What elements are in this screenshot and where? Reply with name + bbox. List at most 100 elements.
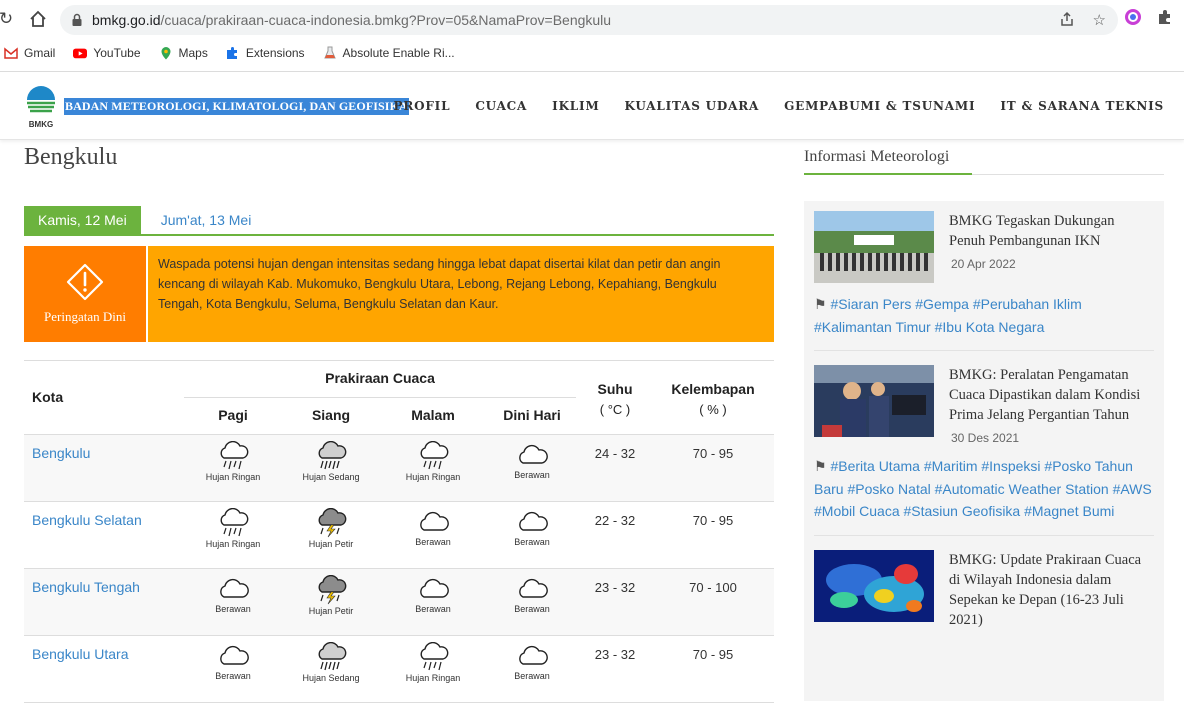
news-tags[interactable]: ⚑ #Berita Utama #Maritim #Inspeksi #Posk… bbox=[814, 455, 1154, 523]
weather-label: Berawan bbox=[514, 537, 550, 547]
cloudy-icon bbox=[420, 578, 449, 598]
news-item[interactable]: BMKG: Update Prakiraan Cuaca di Wilayah … bbox=[814, 549, 1154, 642]
page-title: Bengkulu bbox=[24, 144, 118, 170]
news-title[interactable]: BMKG Tegaskan Dukungan Penuh Pembangunan… bbox=[949, 211, 1154, 251]
temperature-value: 24 - 32 bbox=[594, 446, 636, 461]
site-header: BMKG BADAN METEOROLOGI, KLIMATOLOGI, DAN… bbox=[0, 72, 1184, 140]
humidity-value: 70 - 95 bbox=[692, 446, 734, 461]
url-host: bmkg.go.id bbox=[92, 12, 161, 28]
warning-label: Peringatan Dini bbox=[44, 309, 126, 324]
tags-icon: ⚑ bbox=[814, 296, 827, 312]
share-icon[interactable] bbox=[1059, 11, 1075, 27]
weather-label: Hujan Ringan bbox=[205, 539, 261, 549]
nav-profil[interactable]: PROFIL bbox=[394, 99, 451, 113]
youtube-icon bbox=[73, 48, 88, 59]
bmkg-logo[interactable]: BMKG bbox=[24, 84, 58, 130]
humidity-value: 70 - 95 bbox=[692, 513, 734, 528]
city-link[interactable]: Bengkulu Utara bbox=[32, 646, 129, 662]
home-icon[interactable] bbox=[26, 7, 50, 31]
lock-icon bbox=[72, 13, 82, 26]
tab-jumat[interactable]: Jum'at, 13 Mei bbox=[141, 206, 266, 234]
bookmark-gmail[interactable]: Gmail bbox=[4, 46, 55, 60]
header-siang: Siang bbox=[311, 407, 351, 423]
site-brand[interactable]: BADAN METEOROLOGI, KLIMATOLOGI, DAN GEOF… bbox=[64, 98, 409, 115]
table-row: Bengkulu Tengah Berawan Hujan Petir Berawan… bbox=[24, 569, 774, 636]
table-header: Kota Prakiraan Cuaca Pagi Siang Malam Di… bbox=[24, 361, 774, 435]
table-body: Bengkulu Hujan Ringan Hujan Sedang Hujan Ri… bbox=[24, 435, 774, 703]
reload-icon[interactable]: ↻ bbox=[0, 7, 18, 31]
bookmark-label: Extensions bbox=[245, 46, 305, 60]
weather-label: Hujan Ringan bbox=[405, 673, 461, 683]
weather-cell: Berawan bbox=[384, 575, 482, 614]
temperature-value: 23 - 32 bbox=[594, 647, 636, 662]
cloudy-icon bbox=[420, 511, 449, 531]
city-link[interactable]: Bengkulu bbox=[32, 445, 90, 461]
main-nav: PROFIL CUACA IKLIM KUALITAS UDARA GEMPAB… bbox=[394, 99, 1165, 113]
city-link[interactable]: Bengkulu Selatan bbox=[32, 512, 142, 528]
humidity-value: 70 - 95 bbox=[692, 647, 734, 662]
nav-kualitas-udara[interactable]: KUALITAS UDARA bbox=[625, 99, 760, 113]
moderate-rain-icon bbox=[318, 642, 347, 671]
cloudy-icon bbox=[519, 578, 548, 598]
temperature-value: 23 - 32 bbox=[594, 580, 636, 595]
logo-text: BMKG bbox=[29, 120, 53, 129]
news-item[interactable]: BMKG: Peralatan Pengamatan Cuaca Dipasti… bbox=[814, 365, 1154, 536]
table-row: Bengkulu Utara Berawan Hujan Sedang Hujan R… bbox=[24, 636, 774, 703]
news-tags[interactable]: ⚑ #Siaran Pers #Gempa #Perubahan Iklim #… bbox=[814, 293, 1154, 338]
nav-cuaca[interactable]: CUACA bbox=[475, 99, 527, 113]
bookmark-label: Maps bbox=[178, 46, 208, 60]
weather-label: Hujan Petir bbox=[308, 606, 354, 616]
weather-label: Berawan bbox=[514, 604, 550, 614]
news-list: BMKG Tegaskan Dukungan Penuh Pembangunan… bbox=[804, 201, 1164, 701]
news-thumbnail-prakiraan[interactable] bbox=[814, 549, 934, 622]
news-title[interactable]: BMKG: Update Prakiraan Cuaca di Wilayah … bbox=[949, 550, 1154, 630]
news-title[interactable]: BMKG: Peralatan Pengamatan Cuaca Dipasti… bbox=[949, 365, 1154, 425]
weather-label: Berawan bbox=[215, 671, 251, 681]
profile-icon[interactable] bbox=[1124, 8, 1142, 26]
news-item[interactable]: BMKG Tegaskan Dukungan Penuh Pembangunan… bbox=[814, 211, 1154, 351]
flask-icon bbox=[323, 46, 336, 59]
nav-iklim[interactable]: IKLIM bbox=[552, 99, 599, 113]
news-thumbnail-ikn[interactable] bbox=[814, 211, 934, 283]
extensions-puzzle-icon[interactable] bbox=[1156, 8, 1174, 26]
table-row: Bengkulu Hujan Ringan Hujan Sedang Hujan Ri… bbox=[24, 435, 774, 502]
warning-icon bbox=[66, 263, 104, 301]
weather-label: Berawan bbox=[514, 470, 550, 480]
bookmark-label: Absolute Enable Ri... bbox=[342, 46, 455, 60]
weather-cell: Hujan Petir bbox=[282, 575, 380, 616]
cloudy-icon bbox=[519, 645, 548, 665]
gmail-icon bbox=[4, 47, 18, 59]
bookmark-label: Gmail bbox=[24, 46, 56, 60]
tab-kamis[interactable]: Kamis, 12 Mei bbox=[24, 206, 141, 234]
light-rain-icon bbox=[220, 508, 249, 537]
bookmark-maps[interactable]: Maps bbox=[159, 46, 208, 60]
weather-label: Berawan bbox=[415, 537, 451, 547]
weather-cell: Berawan bbox=[483, 508, 581, 547]
weather-cell: Hujan Ringan bbox=[184, 441, 282, 482]
weather-cell: Berawan bbox=[384, 508, 482, 547]
weather-cell: Berawan bbox=[184, 575, 282, 614]
bookmarks-bar: Gmail YouTube Maps Extensions Absolute E… bbox=[0, 38, 1184, 68]
nav-gempabumi[interactable]: GEMPABUMI & TSUNAMI bbox=[784, 99, 975, 113]
tags-icon: ⚑ bbox=[814, 458, 827, 474]
humidity-value: 70 - 100 bbox=[689, 580, 737, 595]
weather-cell: Hujan Ringan bbox=[384, 642, 482, 683]
bookmark-absolute-enable[interactable]: Absolute Enable Ri... bbox=[323, 46, 455, 60]
nav-it-sarana[interactable]: IT & SARANA TEKNIS bbox=[1000, 99, 1164, 113]
weather-label: Hujan Ringan bbox=[405, 472, 461, 482]
address-bar[interactable]: bmkg.go.id/cuaca/prakiraan-cuaca-indones… bbox=[60, 5, 1118, 35]
header-pagi: Pagi bbox=[218, 407, 248, 423]
bookmark-star-icon[interactable]: ☆ bbox=[1093, 11, 1106, 29]
weather-cell: Hujan Sedang bbox=[282, 642, 380, 683]
news-thumbnail-peralatan[interactable] bbox=[814, 365, 934, 437]
forecast-table: Kota Prakiraan Cuaca Pagi Siang Malam Di… bbox=[24, 360, 774, 703]
bookmark-extensions[interactable]: Extensions bbox=[226, 46, 305, 60]
weather-label: Hujan Petir bbox=[308, 539, 354, 549]
light-rain-icon bbox=[220, 441, 249, 470]
bookmark-youtube[interactable]: YouTube bbox=[73, 46, 141, 60]
warning-text: Waspada potensi hujan dengan intensitas … bbox=[158, 257, 721, 311]
cloudy-icon bbox=[220, 645, 249, 665]
browser-chrome: ↻ bmkg.go.id/cuaca/prakiraan-cuaca-indon… bbox=[0, 0, 1184, 72]
city-link[interactable]: Bengkulu Tengah bbox=[32, 579, 140, 595]
early-warning-box: Peringatan Dini Waspada potensi hujan de… bbox=[24, 246, 774, 342]
